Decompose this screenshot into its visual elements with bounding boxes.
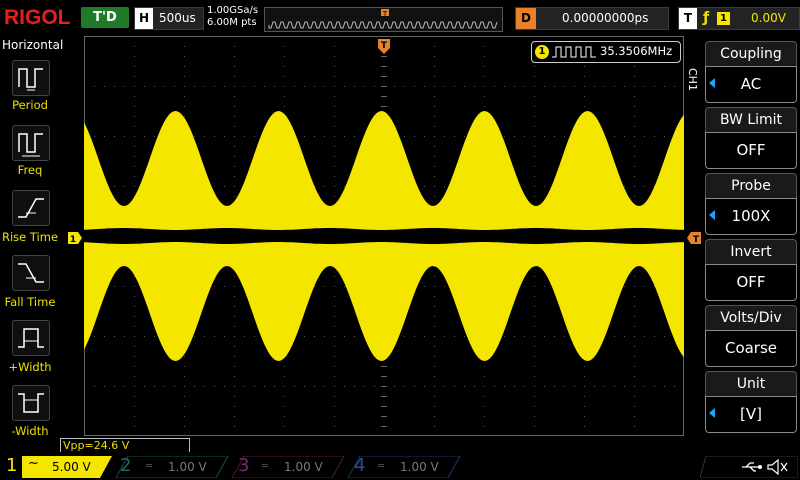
trigger-box[interactable]: T ƒ 1 0.00V (678, 7, 800, 30)
dc-coupling-icon: ═ (146, 461, 153, 472)
negative-width-button[interactable] (12, 385, 50, 421)
negative-width-icon (18, 393, 44, 413)
unit-title: Unit (705, 371, 797, 396)
unit-menu[interactable]: Unit [V] (705, 371, 797, 433)
period-button[interactable] (12, 60, 50, 96)
trigger-label: T (679, 8, 697, 29)
rise-time-label: Rise Time (1, 230, 59, 244)
memory-waveform-preview: T (268, 9, 498, 29)
ch2-tab[interactable]: 2 ═ 1.00 V (114, 455, 229, 478)
probe-arrow-icon (709, 210, 715, 220)
measurement-channel-badge: 1 (535, 45, 549, 59)
freq-icon (18, 133, 43, 157)
ch3-number: 3 (238, 455, 250, 476)
sample-rate: 1.00GSa/s (207, 5, 259, 16)
memory-overview-bar[interactable]: T (264, 7, 503, 32)
ch1-tab[interactable]: 1 ~ 5.00 V (0, 455, 112, 478)
ch4-scale: 1.00 V (400, 460, 439, 474)
unit-value[interactable]: [V] (705, 396, 797, 433)
invert-menu[interactable]: Invert OFF (705, 239, 797, 301)
ch1-scale: 5.00 V (52, 460, 91, 474)
svg-text:T: T (382, 10, 388, 18)
rise-time-button[interactable] (12, 190, 50, 226)
delay-label: D (516, 8, 536, 29)
freq-button[interactable] (12, 125, 50, 161)
horizontal-label: H (135, 8, 153, 29)
fall-time-button[interactable] (12, 255, 50, 291)
left-menu-title: Horizontal (2, 38, 64, 52)
speaker-muted-icon (767, 458, 788, 476)
rise-time-icon (18, 198, 44, 218)
sample-info: 1.00GSa/s 6.00M pts (207, 5, 258, 29)
square-wave-icon (552, 46, 596, 58)
volts-div-title: Volts/Div (705, 305, 797, 330)
ch4-tab[interactable]: 4 ═ 1.00 V (346, 455, 461, 478)
probe-title: Probe (705, 173, 797, 198)
coupling-arrow-icon (709, 78, 715, 88)
period-icon (18, 68, 43, 91)
delay-box[interactable]: D 0.00000000ps (515, 7, 669, 30)
svg-text:1: 1 (70, 235, 76, 245)
ch1-number: 1 (6, 455, 18, 476)
ch1-offset-marker[interactable]: 1 (67, 231, 83, 245)
trigger-level-marker[interactable]: T (686, 231, 702, 245)
freq-label: Freq (17, 163, 43, 177)
ch3-tab[interactable]: 3 ═ 1.00 V (230, 455, 345, 478)
ch4-number: 4 (354, 455, 366, 476)
status-icons (700, 456, 798, 478)
trigger-source: 1 (717, 12, 730, 25)
coupling-value[interactable]: AC (705, 66, 797, 103)
coupling-title: Coupling (705, 41, 797, 66)
menu-channel-label: CH1 (686, 68, 699, 91)
positive-width-label: +Width (8, 360, 52, 374)
measurement-value: 35.3506MHz (600, 44, 673, 58)
invert-value[interactable]: OFF (705, 264, 797, 301)
ch2-scale: 1.00 V (168, 460, 207, 474)
positive-width-button[interactable] (12, 320, 50, 356)
volts-div-value[interactable]: Coarse (705, 330, 797, 367)
probe-menu[interactable]: Probe 100X (705, 173, 797, 235)
probe-value[interactable]: 100X (705, 198, 797, 235)
ch2-number: 2 (120, 455, 132, 476)
invert-title: Invert (705, 239, 797, 264)
trigger-position-marker[interactable]: T (377, 38, 391, 56)
rising-edge-icon: ƒ (703, 10, 710, 26)
ch3-scale: 1.00 V (284, 460, 323, 474)
svg-text:T: T (693, 235, 700, 245)
waveform-center-gap (84, 228, 684, 244)
bw-limit-menu[interactable]: BW Limit OFF (705, 107, 797, 169)
positive-width-icon (18, 328, 44, 348)
dc-coupling-icon: ═ (378, 461, 385, 472)
svg-text:T: T (381, 41, 388, 51)
period-label: Period (12, 98, 48, 112)
memory-depth: 6.00M pts (207, 17, 257, 28)
delay-value: 0.00000000ps (562, 11, 649, 25)
negative-width-label: -Width (11, 424, 49, 438)
timebase-value: 500us (159, 11, 196, 25)
bw-limit-title: BW Limit (705, 107, 797, 132)
volts-div-menu[interactable]: Volts/Div Coarse (705, 305, 797, 367)
fall-time-label: Fall Time (4, 295, 56, 309)
unit-arrow-icon (709, 408, 715, 418)
coupling-menu[interactable]: Coupling AC (705, 41, 797, 103)
bw-limit-value[interactable]: OFF (705, 132, 797, 169)
waveform-display[interactable] (84, 36, 684, 436)
frequency-measurement[interactable]: 1 35.3506MHz (531, 41, 681, 63)
brand-logo: RIGOL (4, 6, 71, 29)
horizontal-timebase-box[interactable]: H 500us (134, 7, 204, 30)
trigger-level: 0.00V (751, 11, 786, 25)
ac-coupling-icon: ~ (28, 456, 39, 471)
run-status-badge[interactable]: T'D (81, 7, 129, 28)
dc-coupling-icon: ═ (262, 461, 269, 472)
usb-icon (742, 462, 762, 472)
fall-time-icon (18, 263, 44, 283)
